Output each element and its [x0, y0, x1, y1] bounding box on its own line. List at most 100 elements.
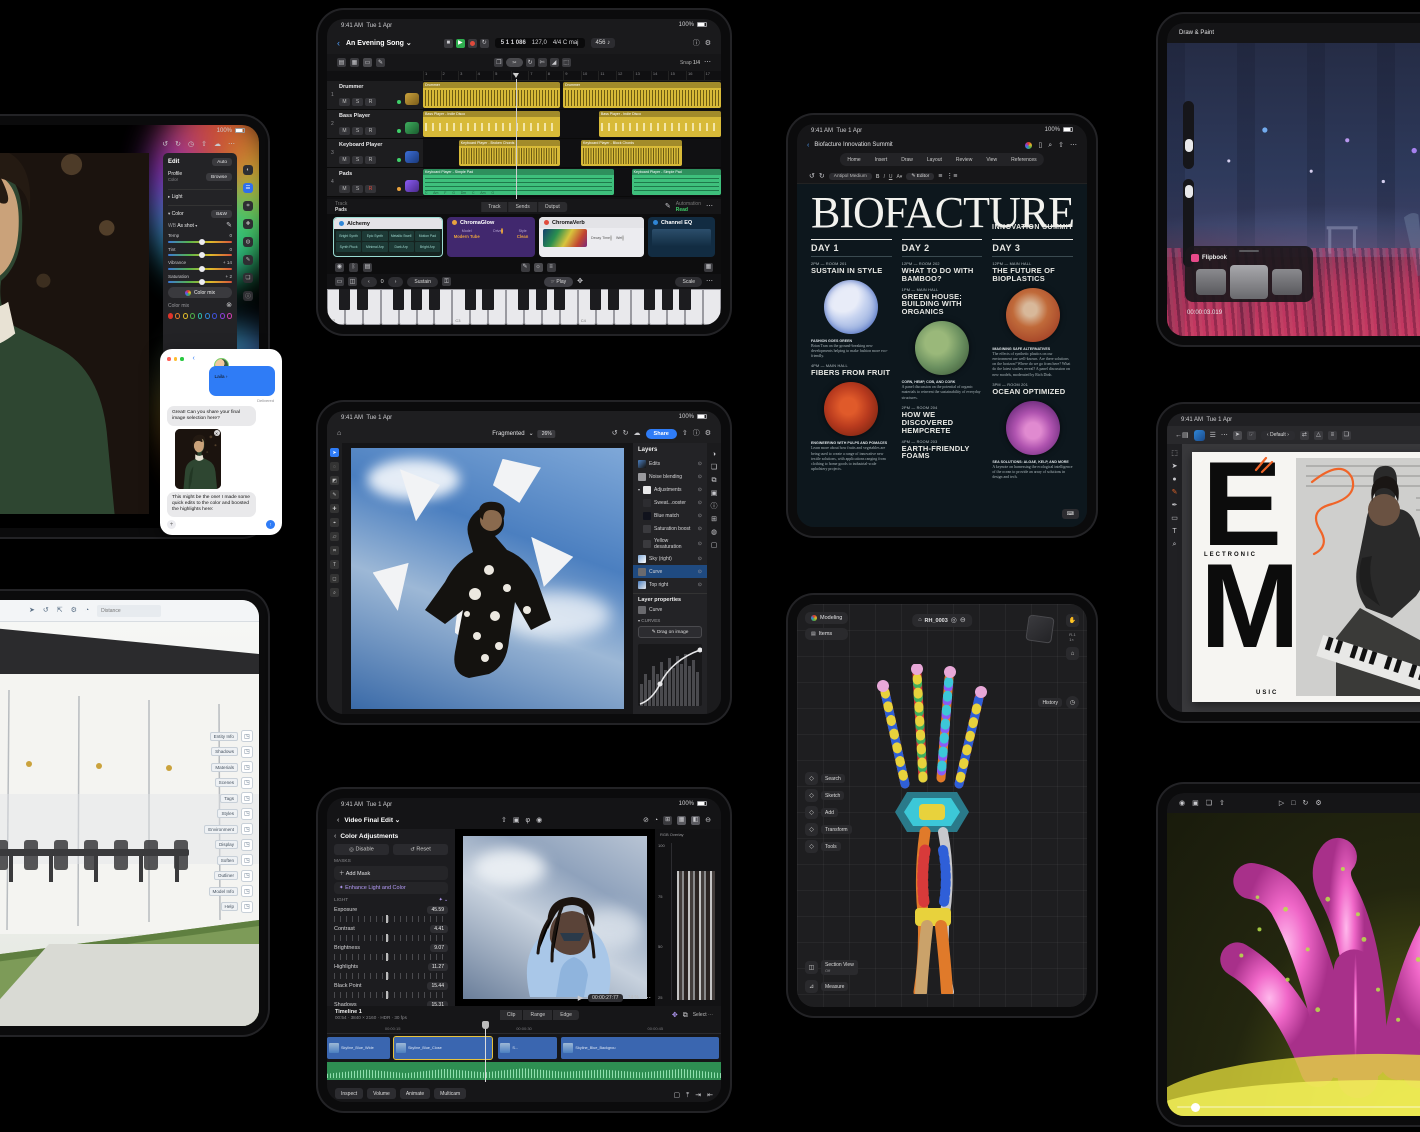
solo-button[interactable]: S	[352, 156, 363, 164]
record-icon[interactable]: ◉	[536, 817, 542, 824]
back-icon[interactable]: ←▤	[1175, 432, 1189, 439]
snapshot-cell[interactable]: Minimal Arp	[362, 242, 387, 252]
adjustment-slider[interactable]: Vibrance+ 14	[168, 260, 232, 270]
heal-icon[interactable]: ✚	[243, 219, 253, 229]
bluetooth-icon[interactable]: ᛒ	[349, 263, 358, 272]
history-icon[interactable]: ◷	[188, 141, 194, 148]
flipbook-panel[interactable]: Flipbook	[1185, 246, 1313, 302]
brush-icon[interactable]: ✎	[243, 255, 253, 265]
fade-icon[interactable]: ◢	[550, 58, 559, 67]
lcd-display[interactable]: 5 1 1 086 127,0 4/4 C maj	[495, 38, 585, 48]
audio-region[interactable]: Drummer	[563, 82, 721, 108]
track-name[interactable]: Bass Player	[339, 113, 370, 119]
disable-button[interactable]: ◎ Disable	[334, 844, 389, 855]
panel-row[interactable]: Soften ◳	[217, 854, 253, 866]
bw-button[interactable]: B&W	[211, 210, 232, 218]
text-tool-icon[interactable]: T	[1172, 528, 1176, 535]
automation-readout[interactable]: AutomationRead	[676, 201, 701, 213]
layer-group-row[interactable]: ▾Adjustments⊙	[633, 483, 707, 496]
brush-tool-icon[interactable]: ✎	[1172, 489, 1178, 496]
remove-attachment-icon[interactable]: ✕	[214, 430, 220, 436]
measure-icon[interactable]: ⊿	[805, 980, 818, 993]
layer-row[interactable]: Edits⊙	[633, 457, 707, 470]
solo-button[interactable]: S	[352, 185, 363, 193]
slider-knob[interactable]	[199, 266, 205, 272]
stop-icon[interactable]: □	[1291, 800, 1295, 807]
tool-icon[interactable]: ◇	[805, 789, 818, 802]
panel-row[interactable]: Styles ◳	[217, 808, 253, 820]
frame-thumbnail-current[interactable]	[1230, 265, 1268, 299]
cycle-button[interactable]: ↻	[480, 39, 489, 48]
snapshot-cell[interactable]: Synth Pluck	[336, 242, 361, 252]
mask-icon[interactable]: ◍	[243, 237, 253, 247]
home-icon[interactable]: ⌂	[918, 618, 921, 624]
layer-row[interactable]: Top right⊙	[633, 578, 707, 591]
slider-track[interactable]	[168, 268, 232, 270]
timeline-button[interactable]: Volume	[367, 1088, 396, 1099]
chevron-down-icon[interactable]: ▾	[195, 224, 197, 228]
snap-label[interactable]: Snap 1/4	[680, 60, 700, 66]
snapshot-cell[interactable]: Dark Arp	[389, 242, 414, 252]
panel-row[interactable]: Outliner ◳	[214, 870, 253, 882]
auto-button[interactable]: Auto	[212, 158, 232, 166]
visibility-icon[interactable]: ⊙	[698, 582, 702, 588]
record-enable-button[interactable]: R	[365, 127, 376, 135]
fit-view-icon[interactable]: ⌂	[1066, 647, 1079, 660]
song-title[interactable]: An Evening Song ⌄	[346, 39, 412, 47]
animation-canvas[interactable]: Flipbook 00:00:03.019	[1167, 43, 1420, 336]
more-icon[interactable]: ⋯	[704, 59, 711, 66]
copilot-icon[interactable]	[1025, 142, 1032, 149]
piano-black-key[interactable]	[518, 289, 529, 310]
help-icon[interactable]: ⓘ	[693, 430, 700, 437]
adjustment-slider[interactable]: Tint0	[168, 247, 232, 257]
copy-icon[interactable]: ❐	[494, 58, 503, 67]
flip-h-icon[interactable]: ⇄	[1300, 431, 1309, 440]
select-tool-icon[interactable]: ➤	[29, 607, 35, 614]
audio-region[interactable]: Drummer	[423, 82, 560, 108]
select-tool-icon[interactable]: ⬚	[1171, 450, 1178, 457]
distance-field[interactable]	[97, 605, 161, 617]
stop-button[interactable]: ■	[444, 39, 453, 48]
render-viewport[interactable]	[1167, 813, 1420, 1116]
adjustment-slider[interactable]: Temp0	[168, 233, 232, 243]
chevron-down-icon[interactable]: ▾	[638, 488, 640, 492]
settings-icon[interactable]: ⚙	[705, 430, 711, 437]
slider-track[interactable]	[334, 916, 448, 922]
record-take-icon[interactable]: ◉	[335, 263, 344, 272]
photo-canvas[interactable]	[0, 153, 149, 514]
more-icon[interactable]: ⋯	[706, 203, 713, 210]
visibility-icon[interactable]: ⊙	[698, 500, 702, 506]
visibility-icon[interactable]: ⊙	[698, 513, 702, 519]
frame-thumbnail[interactable]	[1272, 269, 1302, 295]
visibility-icon[interactable]: ⊙	[698, 526, 702, 532]
ribbon-tab[interactable]: Insert	[869, 155, 894, 165]
split-view-icon[interactable]: ⊞	[663, 816, 672, 825]
keyframe-icon[interactable]: ✥	[672, 1012, 678, 1019]
notes-icon[interactable]: ▤	[363, 263, 372, 272]
adjustment-slider[interactable]: Black Point15.44	[334, 982, 448, 998]
add-mask-button[interactable]: ＋ Add Mask	[334, 866, 448, 880]
close-icon[interactable]: ⊗	[226, 302, 232, 309]
play-surface-button[interactable]: ☞ Play	[544, 277, 574, 287]
effects-icon[interactable]: ⊘	[643, 817, 649, 824]
browse-button[interactable]: Browse	[206, 173, 232, 181]
eyedropper-icon[interactable]: ✎	[226, 222, 232, 229]
underline-button[interactable]: U	[889, 174, 893, 180]
piano-black-key[interactable]	[429, 289, 440, 310]
piano-black-key[interactable]	[554, 289, 565, 310]
trim-tool-button[interactable]: ✂	[506, 58, 522, 67]
visibility-icon[interactable]: ⊙	[698, 556, 702, 562]
move-tool-icon[interactable]: ➤	[1172, 463, 1178, 470]
settings-icon[interactable]: ⚙	[705, 40, 711, 47]
synth-icon[interactable]	[405, 180, 419, 192]
panel-icon[interactable]: ◳	[241, 808, 253, 820]
keyboard-icon[interactable]	[405, 151, 419, 163]
select-menu[interactable]: Select ⋯	[693, 1012, 713, 1018]
layer-row[interactable]: Sweat...ooster⊙	[633, 496, 707, 509]
color-swatch[interactable]	[190, 313, 195, 319]
bass-guitar-icon[interactable]	[405, 122, 419, 134]
notifications-icon[interactable]: ◔	[85, 607, 89, 614]
panel-icon[interactable]: ◳	[241, 839, 253, 851]
panel-row[interactable]: Shadows ◳	[211, 746, 253, 758]
piano-black-key[interactable]	[411, 289, 422, 310]
